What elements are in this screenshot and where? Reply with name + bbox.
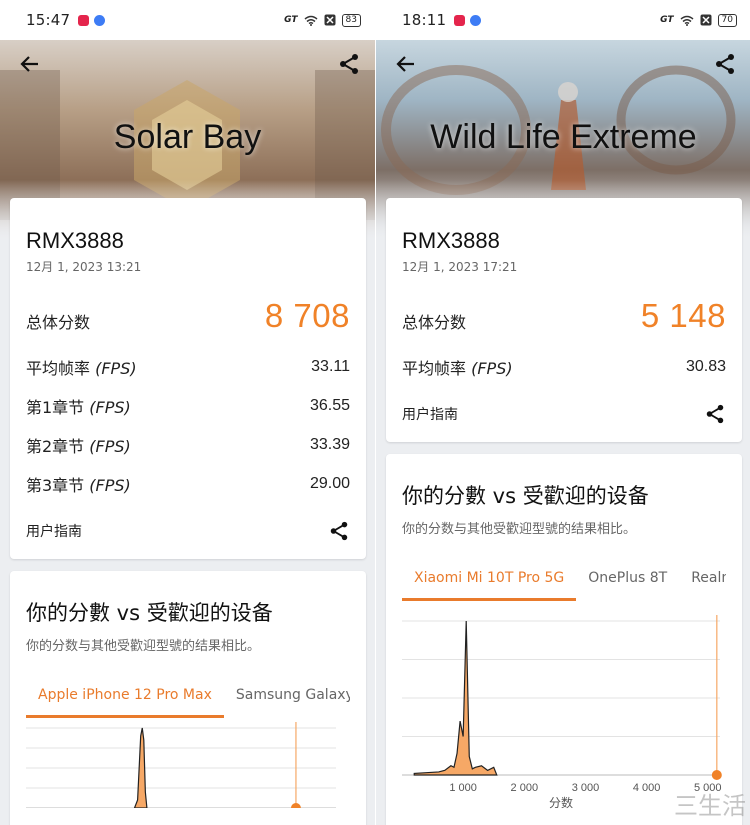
back-arrow-icon[interactable] xyxy=(394,52,418,76)
back-arrow-icon[interactable] xyxy=(18,52,42,76)
notification-gt-icon xyxy=(470,14,482,26)
metric-row: 第2章节 (FPS) 33.39 xyxy=(26,425,350,464)
left-screen: 15:47 GT 83 Solar Bay RMX3888 12月 1, 202… xyxy=(0,0,375,825)
tab-device-1[interactable]: Xiaomi Mi 10T Pro 5G xyxy=(402,563,577,601)
metric-row: 第1章节 (FPS) 36.55 xyxy=(26,386,350,425)
comparison-subtitle: 你的分数与其他受歡迎型號的结果相比。 xyxy=(26,639,261,654)
status-bar: 15:47 GT 83 xyxy=(0,0,375,40)
silent-icon xyxy=(324,14,336,26)
silent-icon xyxy=(700,14,712,26)
tab-device-3[interactable]: Realme xyxy=(679,563,726,601)
metric-value: 33.11 xyxy=(311,357,350,375)
right-screen: 18:11 GT 70 Wild Life Extreme RMX3888 12… xyxy=(375,0,750,825)
metric-label: 平均帧率 (FPS) xyxy=(402,358,513,378)
device-name: RMX3888 xyxy=(402,228,500,253)
tab-device-1[interactable]: Apple iPhone 12 Pro Max xyxy=(26,680,224,718)
share-icon[interactable] xyxy=(713,52,737,76)
benchmark-title: Wild Life Extreme xyxy=(430,118,697,156)
user-guide-row[interactable]: 用户指南 xyxy=(402,386,726,442)
benchmark-title: Solar Bay xyxy=(113,118,262,156)
x-tick-label: 2 000 xyxy=(511,782,539,794)
overall-score-label: 总体分数 xyxy=(26,313,91,332)
x-tick-label: 3 000 xyxy=(572,782,600,794)
x-tick-label: 4 000 xyxy=(633,782,661,794)
notification-gt-icon xyxy=(94,14,106,26)
share-icon[interactable] xyxy=(328,520,350,542)
overall-score-value: 5 148 xyxy=(640,297,726,334)
metric-row: 第3章节 (FPS) 29.00 xyxy=(26,464,350,503)
metric-row: 平均帧率 (FPS) 33.11 xyxy=(26,347,350,386)
device-name: RMX3888 xyxy=(26,228,124,253)
your-score-marker xyxy=(290,803,301,808)
status-time: 18:11 xyxy=(402,11,447,29)
share-icon[interactable] xyxy=(704,403,726,425)
status-bar: 18:11 GT 70 xyxy=(376,0,750,40)
metric-label: 平均帧率 (FPS) xyxy=(26,358,137,378)
metric-label: 第3章节 (FPS) xyxy=(26,475,131,495)
status-right: GT 70 xyxy=(660,13,737,27)
overall-score-row: 总体分数 8 708 xyxy=(26,297,350,335)
metric-value: 30.83 xyxy=(685,357,726,375)
metric-value: 33.39 xyxy=(309,435,350,453)
metric-label: 第1章节 (FPS) xyxy=(26,397,131,417)
wifi-icon xyxy=(304,15,318,26)
user-guide-row[interactable]: 用户指南 xyxy=(26,503,350,559)
tab-device-2[interactable]: OnePlus 8T xyxy=(576,563,679,601)
notification-app-icon xyxy=(78,14,90,26)
comparison-card: 你的分數 vs 受歡迎的设备 你的分数与其他受歡迎型號的结果相比。 Apple … xyxy=(10,571,366,825)
battery-indicator: 83 xyxy=(341,13,361,27)
tab-device-2[interactable]: Samsung Galaxy S2 xyxy=(224,680,350,718)
status-right: GT 83 xyxy=(284,13,361,27)
gt-mode-icon: GT xyxy=(660,15,674,25)
user-guide-link[interactable]: 用户指南 xyxy=(26,521,82,541)
comparison-card: 你的分數 vs 受歡迎的设备 你的分数与其他受歡迎型號的结果相比。 Xiaomi… xyxy=(386,454,742,825)
comparison-title: 你的分數 vs 受歡迎的设备 xyxy=(26,601,273,625)
battery-indicator: 70 xyxy=(717,13,737,27)
comparison-title: 你的分數 vs 受歡迎的设备 xyxy=(402,484,649,508)
metric-row: 平均帧率 (FPS) 30.83 xyxy=(402,347,726,386)
comparison-subtitle: 你的分数与其他受歡迎型號的结果相比。 xyxy=(402,522,637,537)
x-tick-label: 1 000 xyxy=(449,782,477,794)
overall-score-value: 8 708 xyxy=(264,297,350,334)
watermark-text: 三生活 xyxy=(674,792,746,820)
result-card: RMX3888 12月 1, 2023 17:21 总体分数 5 148 平均帧… xyxy=(386,198,742,442)
test-date: 12月 1, 2023 13:21 xyxy=(26,260,142,274)
result-card: RMX3888 12月 1, 2023 13:21 总体分数 8 708 平均帧… xyxy=(10,198,366,559)
your-score-marker xyxy=(711,770,722,780)
score-distribution-chart-left xyxy=(26,718,350,808)
gt-mode-icon: GT xyxy=(284,15,298,25)
screenshot-pair: 15:47 GT 83 Solar Bay RMX3888 12月 1, 202… xyxy=(0,0,750,825)
metrics-list: 平均帧率 (FPS) 30.83 xyxy=(402,347,726,386)
share-icon[interactable] xyxy=(337,52,361,76)
metrics-list: 平均帧率 (FPS) 33.11 第1章节 (FPS) 36.55 第2章节 (… xyxy=(26,347,350,503)
device-tabs: Xiaomi Mi 10T Pro 5G OnePlus 8T Realme xyxy=(402,563,726,601)
metric-value: 36.55 xyxy=(309,396,350,414)
metric-label: 第2章节 (FPS) xyxy=(26,436,131,456)
notification-app-icon xyxy=(454,14,466,26)
status-time: 15:47 xyxy=(26,11,71,29)
overall-score-label: 总体分数 xyxy=(402,313,467,332)
metric-value: 29.00 xyxy=(309,474,350,492)
wifi-icon xyxy=(680,15,694,26)
distribution-svg xyxy=(26,722,336,808)
x-axis-label: 分数 xyxy=(549,795,573,810)
user-guide-link[interactable]: 用户指南 xyxy=(402,404,458,424)
overall-score-row: 总体分数 5 148 xyxy=(402,297,726,335)
device-tabs: Apple iPhone 12 Pro Max Samsung Galaxy S… xyxy=(26,680,350,718)
test-date: 12月 1, 2023 17:21 xyxy=(402,260,518,274)
